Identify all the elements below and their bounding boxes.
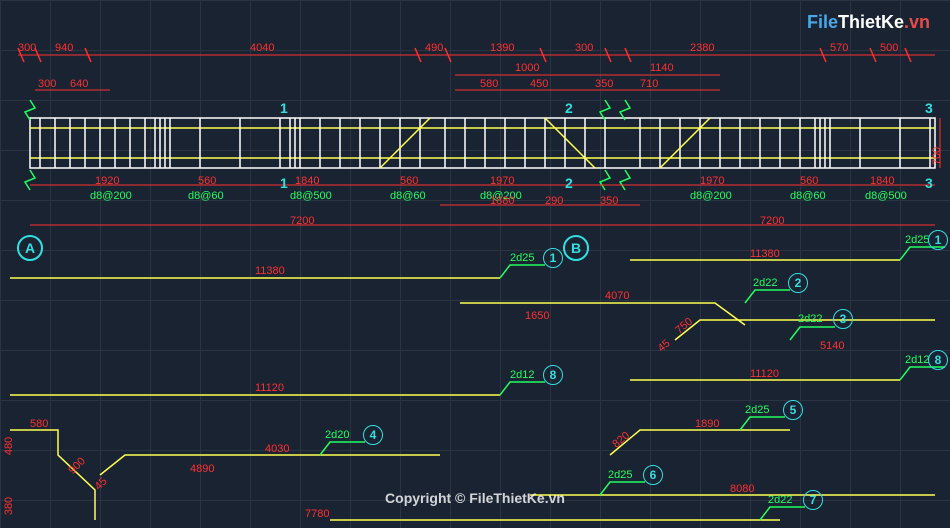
bar7-label: 2d22 [768,494,792,506]
dim-top-row2 [35,75,720,90]
stirrup-4: d8@60 [390,190,426,202]
drawing-canvas [0,0,950,528]
grid-bubble-a: A [17,235,43,261]
stirrup-3: d8@500 [290,190,332,202]
bar6-label: 2d25 [608,469,632,481]
bar3-num: 3 [833,309,853,329]
bar5-len: 1890 [695,418,719,430]
logo-part1: File [807,12,838,32]
bar4-label: 2d20 [325,429,349,441]
dim-490: 490 [425,42,443,54]
bar7-num: 7 [803,490,823,510]
dim-1840a: 1840 [295,175,319,187]
dim-300: 300 [18,42,36,54]
logo-part2: ThietKe [838,12,904,32]
barl-380: 380 [3,497,15,515]
stirrups [40,118,930,168]
bar1b-len: 11380 [750,248,780,260]
dim-560c: 560 [800,175,818,187]
dim-570: 570 [830,42,848,54]
barl-480: 480 [3,437,15,455]
bar2-sub: 1650 [525,310,549,322]
grid-bubble-b: B [563,235,589,261]
logo-part3: .vn [904,12,930,32]
bar8-num: 8 [543,365,563,385]
bar1-label: 2d25 [510,252,534,264]
stirrup-2: d8@60 [188,190,224,202]
span-7200a: 7200 [290,215,314,227]
stirrup-8: d8@500 [865,190,907,202]
bar4-len: 4030 [265,443,289,455]
dim-1000: 1000 [515,62,539,74]
dim-640: 640 [70,78,88,90]
section-3-top: 3 [925,100,933,116]
dim-450: 450 [530,78,548,90]
bar2-label: 2d22 [753,277,777,289]
stirrup-1: d8@200 [90,190,132,202]
dim-1840b: 1840 [870,175,894,187]
dim-1140: 1140 [650,62,674,74]
section-1-bot: 1 [280,175,288,191]
dim-top-row1 [18,48,935,62]
section-2-top: 2 [565,100,573,116]
copyright-watermark: Copyright © FileThietKe.vn [385,490,565,506]
bar8b-label: 2d12 [905,354,929,366]
dim-300b: 300 [575,42,593,54]
bar1-num: 1 [543,248,563,268]
bar6-num: 6 [643,465,663,485]
bar6-len: 8080 [730,483,754,495]
stirrup-7: d8@60 [790,190,826,202]
bar8b-num: 8 [928,350,948,370]
dim-940: 940 [55,42,73,54]
dim-350b: 350 [600,195,618,207]
bar7-len: 7780 [305,508,329,520]
dim-710: 710 [640,78,658,90]
stirrup-6: d8@200 [690,190,732,202]
logo: FileThietKe.vn [807,12,930,33]
dim-560a: 560 [198,175,216,187]
bar2-len: 4070 [605,290,629,302]
bar3-len: 5140 [820,340,844,352]
dim-560b: 560 [400,175,418,187]
dim-2380: 2380 [690,42,714,54]
bar4-sub: 4890 [190,463,214,475]
bar1b-label: 2d25 [905,234,929,246]
bar2-num: 2 [788,273,808,293]
bar3-label: 2d22 [798,313,822,325]
bar5-label: 2d25 [745,404,769,416]
dim-500: 500 [880,42,898,54]
dim-700: 700 [931,147,943,165]
bar5-num: 5 [783,400,803,420]
dim-1920: 1920 [95,175,119,187]
dim-290: 290 [545,195,563,207]
bar1-len: 11380 [255,265,285,277]
dim-4040: 4040 [250,42,274,54]
dim-350: 350 [595,78,613,90]
dim-580: 580 [480,78,498,90]
bar8b-len: 11120 [750,368,779,380]
section-2-bot: 2 [565,175,573,191]
section-3-bot: 3 [925,175,933,191]
bar8-len: 11120 [255,382,284,394]
dim-1970a: 1970 [490,175,514,187]
span-7200b: 7200 [760,215,784,227]
bar4-num: 4 [363,425,383,445]
barl-580: 580 [30,418,48,430]
dim-1970b: 1970 [700,175,724,187]
dim-1390: 1390 [490,42,514,54]
bar1b-num: 1 [928,230,948,250]
section-1-top: 1 [280,100,288,116]
dim-1880: 1880 [490,195,514,207]
bar8-label: 2d12 [510,369,534,381]
dim-r2-300: 300 [38,78,56,90]
